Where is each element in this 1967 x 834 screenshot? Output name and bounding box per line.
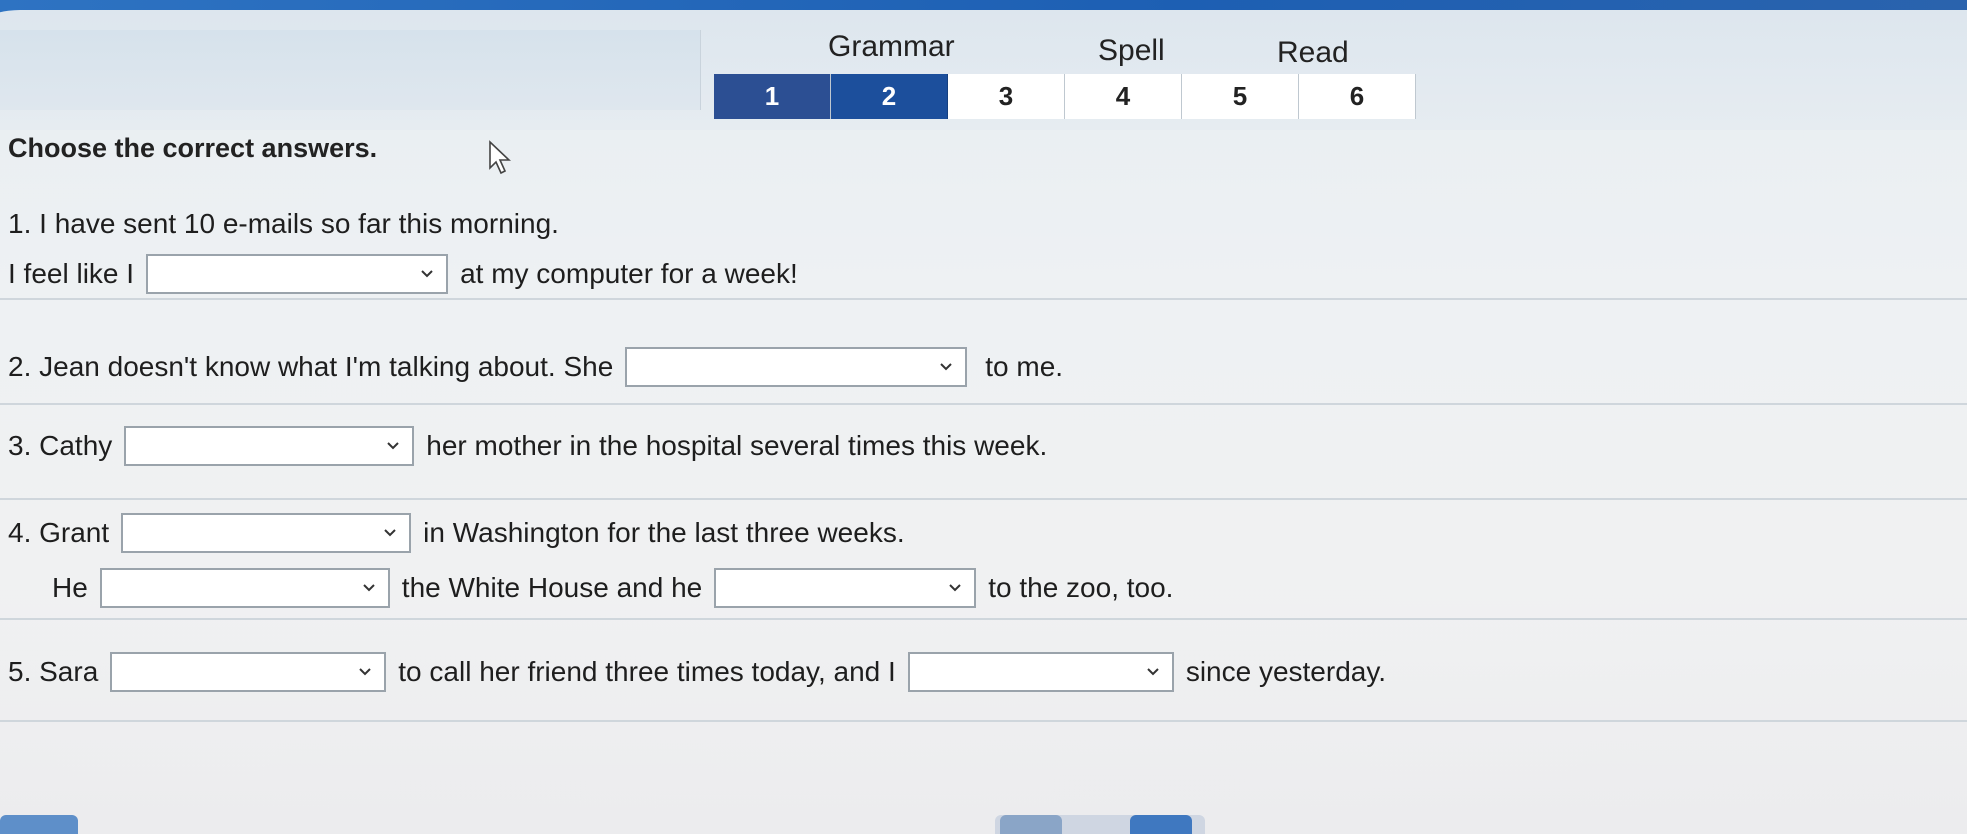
chevron-down-icon [1147,668,1159,676]
step-tab-2[interactable]: 2 [831,74,948,119]
section-spell[interactable]: Spell [1098,34,1165,68]
question-4-prefix: 4. Grant [8,517,110,548]
question-1-text: 1. I have sent 10 e-mails so far this mo… [8,208,559,240]
step-tab-3[interactable]: 3 [948,74,1065,119]
step-tabs: 1 2 3 4 5 6 [714,74,1416,119]
question-4-dropdown-1[interactable] [121,513,412,553]
question-5-dropdown-1[interactable] [110,652,387,692]
bottom-tab-back[interactable] [1000,815,1062,834]
bottom-tab-left[interactable] [0,815,78,834]
instruction-text: Choose the correct answers. [8,133,378,163]
section-read[interactable]: Read [1277,36,1349,70]
header-panel [0,30,701,110]
question-5-middle: to call her friend three times today, an… [398,656,896,687]
question-2-line: 2. Jean doesn't know what I'm talking ab… [8,347,1063,387]
step-tab-6[interactable]: 6 [1299,74,1416,119]
step-tab-4[interactable]: 4 [1065,74,1182,119]
question-5-suffix: since yesterday. [1185,656,1387,687]
chevron-down-icon [387,442,399,450]
mouse-pointer-icon [489,140,512,175]
question-4-dropdown-3[interactable] [714,568,977,608]
question-5-prefix: 5. Sara [8,656,99,687]
question-3-dropdown[interactable] [124,426,415,466]
question-4-suffix: in Washington for the last three weeks. [423,517,905,548]
step-tab-1[interactable]: 1 [714,74,831,119]
question-1-answer-line: I feel like I at my computer for a week! [8,254,798,294]
question-4-line2-middle: the White House and he [401,572,703,603]
chevron-down-icon [359,668,371,676]
question-2-suffix: to me. [985,351,1064,382]
question-2-dropdown[interactable] [625,347,968,387]
question-4-line-2: He the White House and he to the zoo, to… [52,568,1173,608]
chevron-down-icon [949,584,961,592]
chevron-down-icon [384,529,396,537]
bottom-tab-next[interactable] [1130,815,1192,834]
chevron-down-icon [363,584,375,592]
question-1-prefix: I feel like I [8,258,135,289]
question-1-suffix: at my computer for a week! [460,258,798,289]
question-5-line: 5. Sara to call her friend three times t… [8,652,1386,692]
question-4-dropdown-2[interactable] [99,568,390,608]
question-4-line2-suffix: to the zoo, too. [988,572,1174,603]
question-3-prefix: 3. Cathy [8,430,113,461]
question-3-suffix: her mother in the hospital several times… [426,430,1048,461]
step-tab-5[interactable]: 5 [1182,74,1299,119]
question-3-line: 3. Cathy her mother in the hospital seve… [8,426,1047,466]
question-2-prefix: 2. Jean doesn't know what I'm talking ab… [8,351,614,382]
question-5-dropdown-2[interactable] [907,652,1174,692]
chevron-down-icon [421,270,433,278]
question-4-line2-prefix: He [52,572,88,603]
question-4-line: 4. Grant in Washington for the last thre… [8,513,905,553]
chevron-down-icon [940,363,952,371]
question-1-dropdown[interactable] [146,254,449,294]
section-grammar[interactable]: Grammar [828,30,955,64]
question-1-sentence: 1. I have sent 10 e-mails so far this mo… [8,208,559,239]
